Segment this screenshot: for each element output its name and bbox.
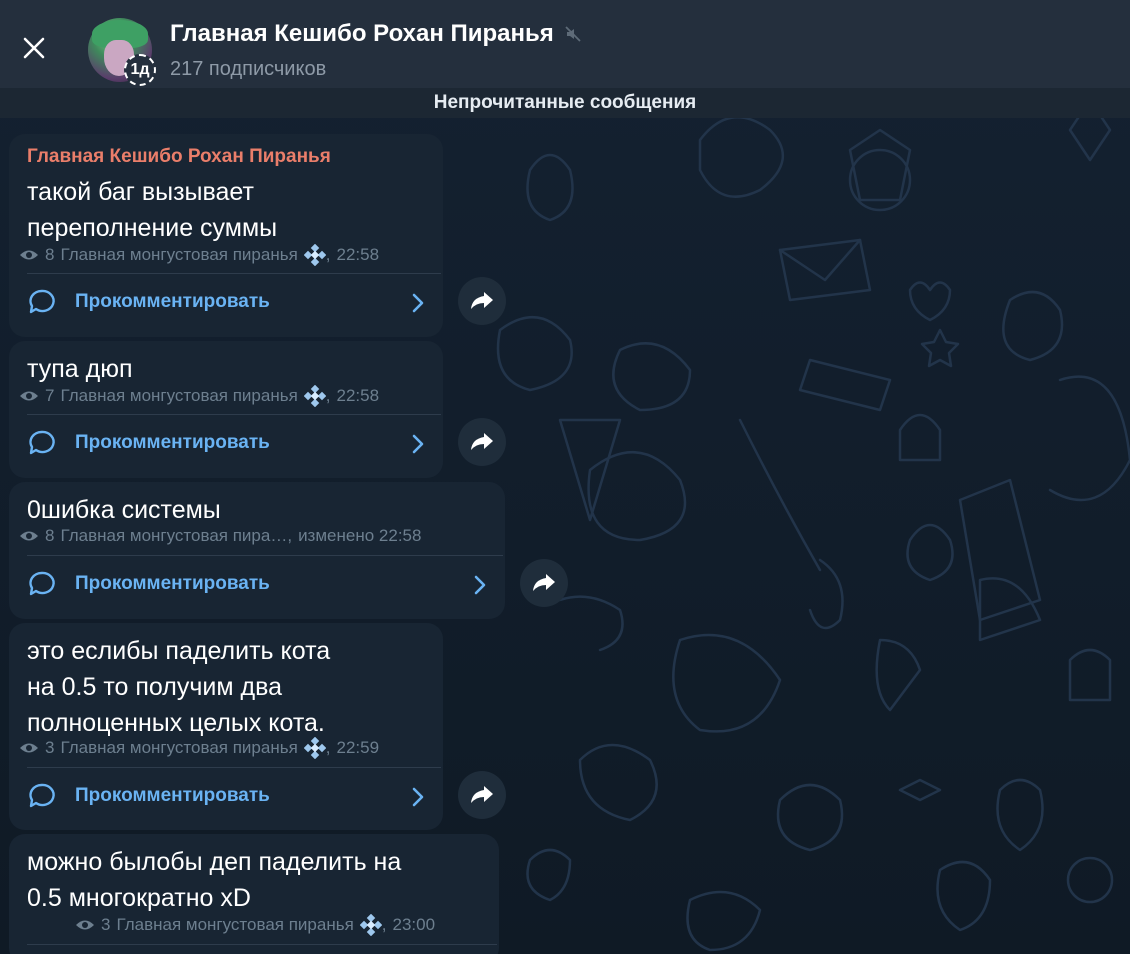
comment-bubble-icon xyxy=(29,783,55,808)
comment-button[interactable]: Прокомментировать xyxy=(27,282,425,322)
message-text: тупа дюп xyxy=(27,351,133,387)
comment-bubble-icon xyxy=(29,571,55,596)
post-signature: Главная монгустовая пиранья xyxy=(60,386,298,405)
message-text-line: 0шибка системы xyxy=(27,496,221,524)
time-separator: , xyxy=(325,738,331,757)
message-bubble[interactable]: тупа дюп 7 Главная монгустовая пиранья ,… xyxy=(9,341,443,478)
subscriber-count: 217 подписчиков xyxy=(170,58,327,80)
message-time: 22:58 xyxy=(336,386,380,405)
message-text: это еслибы паделить кота на 0.5 то получ… xyxy=(27,633,330,741)
forward-button[interactable] xyxy=(458,418,506,466)
diamond-emoji-icon xyxy=(303,243,327,267)
forward-icon xyxy=(471,433,493,450)
comment-bubble-icon xyxy=(29,289,55,314)
close-button[interactable] xyxy=(18,32,50,64)
comment-button[interactable]: Прокомментировать xyxy=(27,776,425,816)
comment-divider xyxy=(27,944,497,945)
eye-icon xyxy=(20,250,38,260)
message-bubble[interactable]: это еслибы паделить кота на 0.5 то получ… xyxy=(9,623,443,830)
forward-button[interactable] xyxy=(520,559,568,607)
diamond-emoji-icon xyxy=(303,736,327,760)
message-text-line: 0.5 многократно xD xyxy=(27,884,251,912)
forward-button[interactable] xyxy=(458,277,506,325)
message-text-line: можно былобы деп паделить на xyxy=(27,848,402,876)
message-text: 0шибка системы xyxy=(27,492,221,528)
channel-title: Главная Кешибо Рохан Пиранья xyxy=(170,20,554,47)
comment-bubble-icon xyxy=(29,430,55,455)
message-bubble[interactable]: можно былобы деп паделить на 0.5 многокр… xyxy=(9,834,499,954)
eye-icon xyxy=(76,920,94,930)
comment-divider xyxy=(27,414,441,415)
message-text-line: тупа дюп xyxy=(27,355,133,383)
forward-icon xyxy=(471,786,493,803)
post-signature: Главная монгустовая пиранья xyxy=(60,738,298,757)
time-separator: , xyxy=(381,915,387,934)
message-text: такой баг вызывает переполнение суммы xyxy=(27,174,277,246)
view-count: 8 xyxy=(45,245,55,264)
diamond-emoji-icon xyxy=(303,384,327,408)
message-time: 22:58 xyxy=(336,245,380,264)
post-signature: Главная монгустовая пиранья xyxy=(60,245,298,264)
chat-header: 1д Главная Кешибо Рохан Пиранья 217 подп… xyxy=(0,0,1130,96)
view-count: 8 xyxy=(45,526,55,545)
message-text: можно былобы деп паделить на 0.5 многокр… xyxy=(27,844,401,916)
unread-messages-divider: Непрочитанные сообщения xyxy=(0,88,1130,118)
forward-icon xyxy=(533,574,555,591)
eye-icon xyxy=(20,391,38,401)
channel-title-row[interactable]: Главная Кешибо Рохан Пиранья xyxy=(170,20,582,48)
message-text-line: это еслибы паделить кота xyxy=(27,637,331,665)
post-signature: Главная монгустовая пиранья xyxy=(116,915,354,934)
comment-button[interactable]: Прокомментировать xyxy=(27,423,425,463)
mute-icon xyxy=(564,25,582,43)
message-bubble[interactable]: Главная Кешибо Рохан Пиранья такой баг в… xyxy=(9,134,443,337)
message-time: 23:00 xyxy=(392,915,436,934)
message-meta: 7 Главная монгустовая пиранья , 22:58 xyxy=(19,384,380,408)
message-text-line: на 0.5 то получим два xyxy=(27,673,282,701)
message-meta: 3 Главная монгустовая пиранья , 23:00 xyxy=(75,913,436,937)
message-meta: 8 Главная монгустовая пира… , изменено 2… xyxy=(19,526,421,546)
chevron-right-icon xyxy=(474,575,486,595)
time-separator: , xyxy=(325,245,331,264)
comment-button[interactable]: Прокомментировать xyxy=(27,564,487,604)
eye-icon xyxy=(20,531,38,541)
message-author[interactable]: Главная Кешибо Рохан Пиранья xyxy=(27,146,331,168)
autodelete-timer-badge: 1д xyxy=(124,54,156,86)
message-meta: 8 Главная монгустовая пиранья , 22:58 xyxy=(19,243,380,267)
view-count: 3 xyxy=(101,915,111,934)
message-bubble[interactable]: 0шибка системы 8 Главная монгустовая пир… xyxy=(9,482,505,619)
time-separator: , xyxy=(287,526,293,545)
message-text-line: переполнение суммы xyxy=(27,214,278,242)
message-time: изменено 22:58 xyxy=(298,526,422,545)
message-meta: 3 Главная монгустовая пиранья , 22:59 xyxy=(19,736,380,760)
comment-label: Прокомментировать xyxy=(75,432,270,453)
close-icon xyxy=(23,37,45,59)
comment-divider xyxy=(27,273,441,274)
post-signature: Главная монгустовая пира… xyxy=(60,526,288,545)
message-text-line: такой баг вызывает xyxy=(27,178,254,206)
view-count: 7 xyxy=(45,386,55,405)
forward-icon xyxy=(471,292,493,309)
comment-label: Прокомментировать xyxy=(75,573,270,594)
chevron-right-icon xyxy=(412,787,424,807)
unread-messages-label: Непрочитанные сообщения xyxy=(433,92,697,113)
chevron-right-icon xyxy=(412,293,424,313)
message-time: 22:59 xyxy=(336,738,380,757)
message-text-line: полноценных целых кота. xyxy=(27,709,325,737)
comment-label: Прокомментировать xyxy=(75,291,270,312)
comment-label: Прокомментировать xyxy=(75,785,270,806)
comment-divider xyxy=(27,767,441,768)
comment-divider xyxy=(27,555,503,556)
chevron-right-icon xyxy=(412,434,424,454)
view-count: 3 xyxy=(45,738,55,757)
time-separator: , xyxy=(325,386,331,405)
diamond-emoji-icon xyxy=(359,913,383,937)
forward-button[interactable] xyxy=(458,771,506,819)
eye-icon xyxy=(20,743,38,753)
